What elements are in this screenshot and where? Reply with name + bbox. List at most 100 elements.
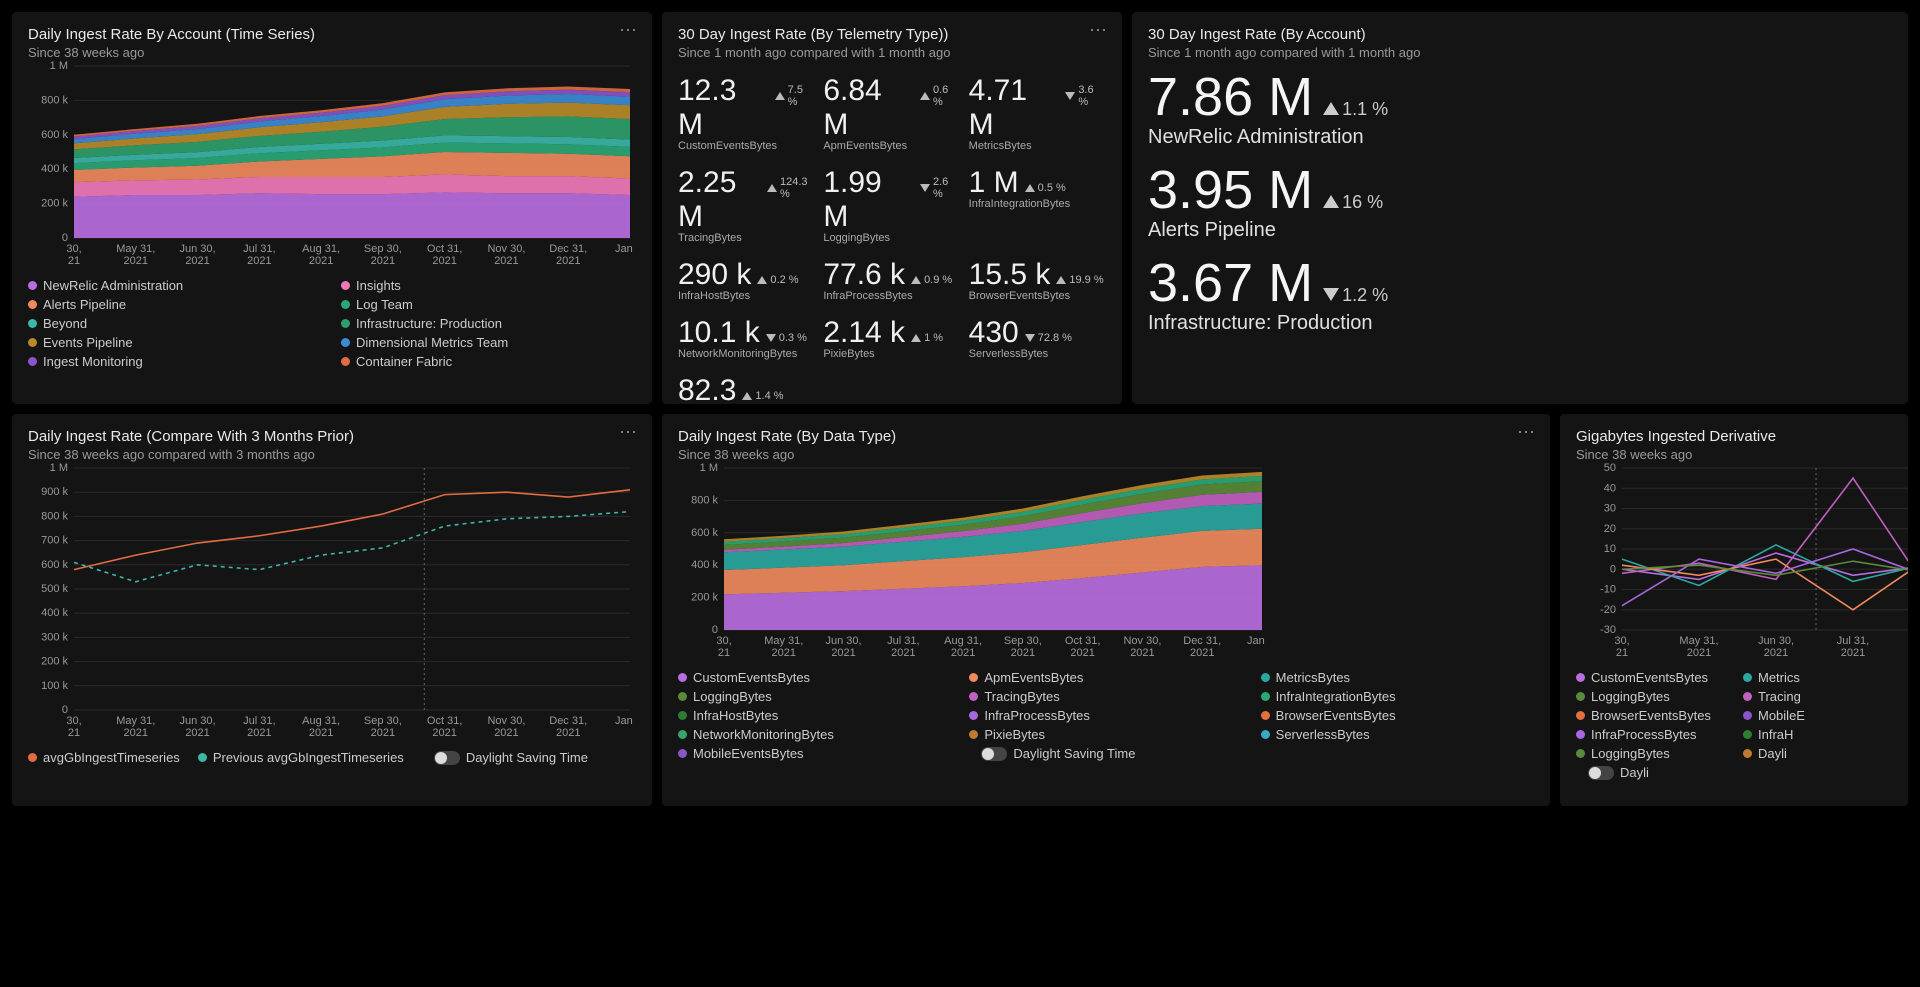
- metric-card[interactable]: 10.1 k0.3 %NetworkMonitoringBytes: [678, 316, 815, 360]
- dst-toggle[interactable]: Daylight Saving Time: [981, 746, 1242, 761]
- account-metric[interactable]: 7.86 M1.1 %NewRelic Administration: [1148, 70, 1892, 149]
- metric-delta: 124.3 %: [767, 176, 815, 200]
- svg-text:2021: 2021: [494, 255, 518, 267]
- account-metric[interactable]: 3.95 M16 %Alerts Pipeline: [1148, 163, 1892, 242]
- legend-item[interactable]: Alerts Pipeline: [28, 297, 323, 312]
- legend-item[interactable]: InfraIntegrationBytes: [1261, 689, 1534, 704]
- legend-item[interactable]: BrowserEventsBytes: [1261, 708, 1534, 723]
- metric-card[interactable]: 12.3 M7.5 %CustomEventsBytes: [678, 74, 815, 152]
- legend-item[interactable]: ApmEventsBytes: [969, 670, 1242, 685]
- metric-card[interactable]: 290 k0.2 %InfraHostBytes: [678, 258, 815, 302]
- svg-text:Jun 30,: Jun 30,: [180, 715, 216, 727]
- legend-item[interactable]: Metrics: [1743, 670, 1892, 685]
- toggle-label: Daylight Saving Time: [1013, 746, 1135, 761]
- panel-menu-icon[interactable]: ⋯: [1089, 26, 1108, 34]
- trend-up-icon: [1025, 184, 1035, 192]
- panel-subtitle: Since 38 weeks ago: [1576, 447, 1892, 462]
- metric-delta: 0.5 %: [1025, 182, 1066, 194]
- dst-toggle[interactable]: Dayli: [1588, 765, 1725, 780]
- panel-menu-icon[interactable]: ⋯: [1517, 428, 1536, 436]
- legend-item[interactable]: LoggingBytes: [678, 689, 951, 704]
- legend-swatch: [341, 338, 350, 347]
- dst-toggle[interactable]: Daylight Saving Time: [434, 750, 588, 765]
- stacked-area-chart[interactable]: 0200 k400 k600 k800 k1 M30,21May 31,2021…: [28, 60, 636, 270]
- trend-up-icon: [1056, 276, 1066, 284]
- metric-label: NetworkMonitoringBytes: [678, 348, 815, 360]
- legend-swatch: [28, 338, 37, 347]
- panel-compare-3mo-prior: Daily Ingest Rate (Compare With 3 Months…: [12, 414, 652, 806]
- legend-swatch: [1576, 673, 1585, 682]
- svg-text:2021: 2021: [1764, 647, 1788, 659]
- legend-item[interactable]: NetworkMonitoringBytes: [678, 727, 951, 742]
- metric-card[interactable]: 82.31.4 %MobileEventsBytes: [678, 374, 815, 404]
- legend: avgGbIngestTimeseries Previous avgGbInges…: [28, 750, 636, 765]
- metric-card[interactable]: 6.84 M0.6 %ApmEventsBytes: [823, 74, 960, 152]
- metric-card[interactable]: 1.99 M2.6 %LoggingBytes: [823, 166, 960, 244]
- legend-item[interactable]: CustomEventsBytes: [678, 670, 951, 685]
- legend-item[interactable]: Insights: [341, 278, 636, 293]
- metric-card[interactable]: 77.6 k0.9 %InfraProcessBytes: [823, 258, 960, 302]
- legend-item[interactable]: Infrastructure: Production: [341, 316, 636, 331]
- svg-text:600 k: 600 k: [41, 129, 68, 141]
- legend-item[interactable]: NewRelic Administration: [28, 278, 323, 293]
- panel-subtitle: Since 38 weeks ago: [28, 45, 636, 60]
- legend-item[interactable]: MobileEventsBytes: [678, 746, 951, 761]
- svg-text:-20: -20: [1600, 604, 1616, 616]
- legend-item[interactable]: TracingBytes: [969, 689, 1242, 704]
- legend-item[interactable]: Beyond: [28, 316, 323, 331]
- legend-item[interactable]: CustomEventsBytes: [1576, 670, 1725, 685]
- legend-label: Metrics: [1758, 670, 1800, 685]
- trend-down-icon: [920, 184, 930, 192]
- legend-label: MobileEventsBytes: [693, 746, 804, 761]
- metric-card[interactable]: 2.25 M124.3 %TracingBytes: [678, 166, 815, 244]
- svg-text:Sep 30,: Sep 30,: [364, 715, 402, 727]
- legend-item[interactable]: Tracing: [1743, 689, 1892, 704]
- legend-swatch: [28, 281, 37, 290]
- metric-delta: 1 %: [911, 332, 943, 344]
- panel-subtitle: Since 1 month ago compared with 1 month …: [678, 45, 1106, 60]
- legend-item[interactable]: InfraH: [1743, 727, 1892, 742]
- stacked-area-chart[interactable]: 0200 k400 k600 k800 k1 M30,21May 31,2021…: [678, 462, 1268, 662]
- panel-menu-icon[interactable]: ⋯: [619, 428, 638, 436]
- panel-30day-by-account: 30 Day Ingest Rate (By Account) Since 1 …: [1132, 12, 1908, 404]
- legend-item[interactable]: BrowserEventsBytes: [1576, 708, 1725, 723]
- svg-text:400 k: 400 k: [691, 559, 718, 571]
- legend-item[interactable]: MobileE: [1743, 708, 1892, 723]
- line-chart[interactable]: -30-20-100102030405030,21May 31,2021Jun …: [1576, 462, 1908, 662]
- legend-item[interactable]: InfraProcessBytes: [969, 708, 1242, 723]
- line-chart[interactable]: 0100 k200 k300 k400 k500 k600 k700 k800 …: [28, 462, 636, 742]
- legend-item[interactable]: Ingest Monitoring: [28, 354, 323, 369]
- metric-value: 1 M: [969, 166, 1019, 200]
- legend-item[interactable]: Container Fabric: [341, 354, 636, 369]
- svg-text:Oct 31,: Oct 31,: [1065, 635, 1100, 647]
- legend-item[interactable]: LoggingBytes: [1576, 689, 1725, 704]
- legend-item[interactable]: Dayli: [1743, 746, 1892, 761]
- metric-card[interactable]: 4.71 M3.6 %MetricsBytes: [969, 74, 1106, 152]
- panel-menu-icon[interactable]: ⋯: [619, 26, 638, 34]
- toggle-knob: [435, 752, 447, 764]
- legend-item[interactable]: InfraProcessBytes: [1576, 727, 1725, 742]
- metric-card[interactable]: 2.14 k1 %PixieBytes: [823, 316, 960, 360]
- legend-item[interactable]: PixieBytes: [969, 727, 1242, 742]
- metric-card[interactable]: 1 M0.5 %InfraIntegrationBytes: [969, 166, 1106, 244]
- legend-item[interactable]: InfraHostBytes: [678, 708, 951, 723]
- legend-item[interactable]: Events Pipeline: [28, 335, 323, 350]
- account-metric[interactable]: 3.67 M1.2 %Infrastructure: Production: [1148, 256, 1892, 335]
- metric-card[interactable]: 43072.8 %ServerlessBytes: [969, 316, 1106, 360]
- legend-swatch: [28, 319, 37, 328]
- legend-item[interactable]: Dimensional Metrics Team: [341, 335, 636, 350]
- legend-item[interactable]: LoggingBytes: [1576, 746, 1725, 761]
- svg-text:2021: 2021: [1190, 647, 1214, 659]
- legend-item[interactable]: Log Team: [341, 297, 636, 312]
- legend-item[interactable]: MetricsBytes: [1261, 670, 1534, 685]
- metric-value: 6.84 M: [823, 74, 914, 142]
- svg-text:2021: 2021: [185, 727, 209, 739]
- metric-delta: 1.2 %: [1323, 286, 1388, 304]
- legend-item[interactable]: avgGbIngestTimeseries: [28, 750, 180, 765]
- svg-text:21: 21: [68, 727, 80, 739]
- legend-item[interactable]: ServerlessBytes: [1261, 727, 1534, 742]
- legend-label: Dayli: [1758, 746, 1787, 761]
- legend-item[interactable]: Previous avgGbIngestTimeseries: [198, 750, 404, 765]
- legend-label: CustomEventsBytes: [693, 670, 810, 685]
- metric-card[interactable]: 15.5 k19.9 %BrowserEventsBytes: [969, 258, 1106, 302]
